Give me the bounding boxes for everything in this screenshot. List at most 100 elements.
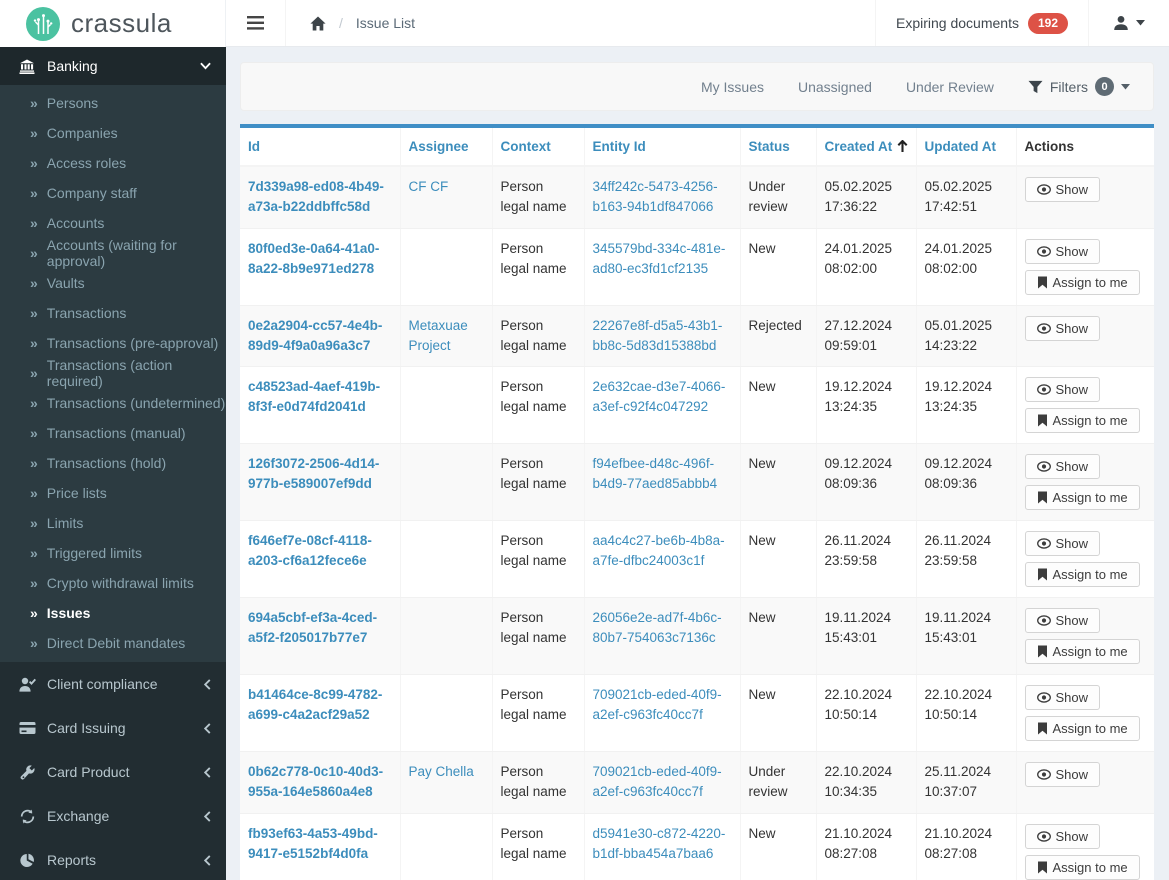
sidebar-item-transactions-hold[interactable]: » Transactions (hold)	[0, 448, 226, 478]
sidebar-item-transactions-manual[interactable]: » Transactions (manual)	[0, 418, 226, 448]
issue-id-link[interactable]: 0e2a2904-cc57-4e4b-89d9-4f9a0a96a3c7	[248, 318, 382, 353]
entity-id-link[interactable]: aa4c4c27-be6b-4b8a-a7fe-dfbc24003c1f	[593, 533, 725, 568]
issue-id-link[interactable]: 126f3072-2506-4d14-977b-e589007ef9dd	[248, 456, 379, 491]
sidebar-item-crypto-withdrawal-limits[interactable]: » Crypto withdrawal limits	[0, 568, 226, 598]
sidebar-section-reports[interactable]: Reports	[0, 838, 226, 880]
sidebar-item-vaults[interactable]: » Vaults	[0, 268, 226, 298]
issue-id-link[interactable]: 80f0ed3e-0a64-41a0-8a22-8b9e971ed278	[248, 241, 379, 276]
sidebar-item-label: Transactions (pre-approval)	[46, 335, 219, 351]
table-row: 7d339a98-ed08-4b49-a73a-b22ddbffc58d CF C…	[240, 166, 1154, 229]
status-cell: New	[740, 228, 817, 306]
user-menu-button[interactable]	[1088, 0, 1169, 46]
updated-at-cell: 25.11.2024 10:37:07	[916, 751, 1017, 814]
entity-id-link[interactable]: d5941e30-c872-4220-b1df-bba454a7baa6	[593, 826, 726, 861]
column-header-status[interactable]: Status	[740, 128, 817, 167]
issue-id-link[interactable]: c48523ad-4aef-419b-8f3f-e0d74fd2041d	[248, 379, 380, 414]
sidebar-item-company-staff[interactable]: » Company staff	[0, 178, 226, 208]
sidebar-item-transactions-action-required[interactable]: » Transactions (action required)	[0, 357, 226, 389]
sidebar-item-label: Company staff	[46, 185, 137, 201]
sidebar-item-transactions-pre-approval[interactable]: » Transactions (pre-approval)	[0, 328, 226, 358]
entity-id-link[interactable]: 2e632cae-d3e7-4066-a3ef-c92f4c047292	[593, 379, 726, 414]
sidebar-item-transactions-undetermined[interactable]: » Transactions (undetermined)	[0, 388, 226, 418]
assignee-link[interactable]: Pay Chella	[409, 764, 474, 779]
updated-at-cell: 19.12.2024 13:24:35	[916, 366, 1017, 444]
hamburger-icon	[247, 16, 264, 30]
sidebar-section-card-issuing[interactable]: Card Issuing	[0, 706, 226, 750]
tab-under-review[interactable]: Under Review	[906, 79, 994, 95]
column-header-created-at[interactable]: Created At	[816, 128, 917, 167]
column-header-label: Updated At	[924, 139, 997, 154]
show-button[interactable]: Show	[1024, 685, 1101, 710]
entity-id-link[interactable]: 709021cb-eded-40f9-a2ef-c963fc40cc7f	[593, 687, 722, 722]
entity-id-link[interactable]: 22267e8f-d5a5-43b1-bb8c-5d83d15388bd	[593, 318, 723, 353]
show-button[interactable]: Show	[1024, 823, 1101, 849]
sidebar-item-transactions[interactable]: » Transactions	[0, 298, 226, 328]
column-header-updated-at[interactable]: Updated At	[916, 128, 1017, 167]
sidebar-item-companies[interactable]: » Companies	[0, 118, 226, 148]
column-header-label: Created At	[824, 139, 893, 154]
column-header-id[interactable]: Id	[240, 128, 401, 167]
show-button[interactable]: Show	[1024, 377, 1101, 402]
entity-id-link[interactable]: 345579bd-334c-481e-ad80-ec3fd1cf2135	[593, 241, 726, 276]
sidebar-item-issues[interactable]: » Issues	[0, 598, 226, 628]
brand-logo[interactable]: crassula	[0, 0, 226, 47]
entity-id-link[interactable]: 34ff242c-5473-4256-b163-94b1df847066	[593, 179, 718, 214]
show-button[interactable]: Show	[1024, 238, 1101, 264]
issue-id-link[interactable]: 7d339a98-ed08-4b49-a73a-b22ddbffc58d	[248, 179, 384, 214]
entity-id-link[interactable]: 26056e2e-ad7f-4b6c-80b7-754063c7136c	[593, 610, 722, 645]
sidebar-toggle-button[interactable]	[226, 0, 286, 46]
assign-to-me-button[interactable]: Assign to me	[1024, 716, 1140, 741]
eye-icon	[1036, 322, 1051, 334]
sidebar-section-exchange[interactable]: Exchange	[0, 794, 226, 838]
entity-id-link[interactable]: 709021cb-eded-40f9-a2ef-c963fc40cc7f	[593, 764, 722, 799]
column-header-entity-id[interactable]: Entity Id	[584, 128, 741, 167]
column-header-label: Assignee	[408, 139, 469, 154]
sidebar-item-triggered-limits[interactable]: » Triggered limits	[0, 538, 226, 568]
expiring-documents-link[interactable]: Expiring documents 192	[875, 0, 1088, 46]
tab-my-issues[interactable]: My Issues	[701, 79, 764, 95]
sidebar-section-card-product[interactable]: Card Product	[0, 750, 226, 794]
assign-to-me-button[interactable]: Assign to me	[1024, 854, 1140, 880]
issue-id-link[interactable]: fb93ef63-4a53-49bd-9417-e5152bf4d0fa	[248, 826, 378, 861]
column-header-label: Context	[500, 139, 551, 154]
assign-to-me-button[interactable]: Assign to me	[1024, 485, 1140, 510]
show-button[interactable]: Show	[1024, 762, 1101, 787]
column-header-assignee[interactable]: Assignee	[400, 128, 493, 167]
sidebar-item-direct-debit-mandates[interactable]: » Direct Debit mandates	[0, 628, 226, 658]
filters-dropdown-button[interactable]: Filters 0	[1028, 77, 1130, 96]
assign-to-me-button[interactable]: Assign to me	[1024, 639, 1140, 664]
show-button[interactable]: Show	[1024, 454, 1101, 479]
column-header-context[interactable]: Context	[492, 128, 585, 167]
sidebar-item-accounts-waiting-for-approval[interactable]: » Accounts (waiting for approval)	[0, 237, 226, 269]
assignee-link[interactable]: Metaxuae Project	[409, 318, 468, 353]
assign-to-me-button[interactable]: Assign to me	[1024, 562, 1140, 587]
show-button[interactable]: Show	[1024, 531, 1101, 556]
entity-id-link[interactable]: f94efbee-d48c-496f-b4d9-77aed85abbb4	[593, 456, 718, 491]
issue-id-cell: b41464ce-8c99-4782-a699-c4a2acf29a52	[240, 674, 401, 752]
sidebar-item-access-roles[interactable]: » Access roles	[0, 148, 226, 178]
breadcrumb-home-link[interactable]	[310, 16, 326, 31]
show-button[interactable]: Show	[1024, 177, 1101, 202]
issues-table: Id Assignee Context Entity Id Status Created …	[240, 128, 1154, 880]
assignee-link[interactable]: CF CF	[409, 179, 449, 194]
assign-to-me-button[interactable]: Assign to me	[1024, 408, 1140, 433]
issue-id-link[interactable]: f646ef7e-08cf-4118-a203-cf6a12fece6e	[248, 533, 372, 568]
sidebar-item-persons[interactable]: » Persons	[0, 88, 226, 118]
assignee-cell: CF CF	[400, 166, 493, 229]
issue-id-link[interactable]: b41464ce-8c99-4782-a699-c4a2acf29a52	[248, 687, 382, 722]
sidebar-section-banking[interactable]: Banking	[0, 47, 226, 85]
sidebar-item-price-lists[interactable]: » Price lists	[0, 478, 226, 508]
sidebar-item-accounts[interactable]: » Accounts	[0, 208, 226, 238]
tab-unassigned[interactable]: Unassigned	[798, 79, 872, 95]
assign-to-me-button[interactable]: Assign to me	[1024, 269, 1140, 295]
issue-id-link[interactable]: 0b62c778-0c10-40d3-955a-164e5860a4e8	[248, 764, 383, 799]
show-button[interactable]: Show	[1024, 608, 1101, 633]
sort-up-icon	[897, 140, 908, 153]
show-button[interactable]: Show	[1024, 315, 1101, 341]
sidebar-section-client-compliance[interactable]: Client compliance	[0, 662, 226, 706]
credit-card-icon	[16, 721, 38, 735]
sidebar-section-label: Exchange	[47, 808, 110, 824]
issue-id-link[interactable]: 694a5cbf-ef3a-4ced-a5f2-f205017b77e7	[248, 610, 377, 645]
context-cell: Person legal name	[492, 674, 585, 752]
sidebar-item-limits[interactable]: » Limits	[0, 508, 226, 538]
